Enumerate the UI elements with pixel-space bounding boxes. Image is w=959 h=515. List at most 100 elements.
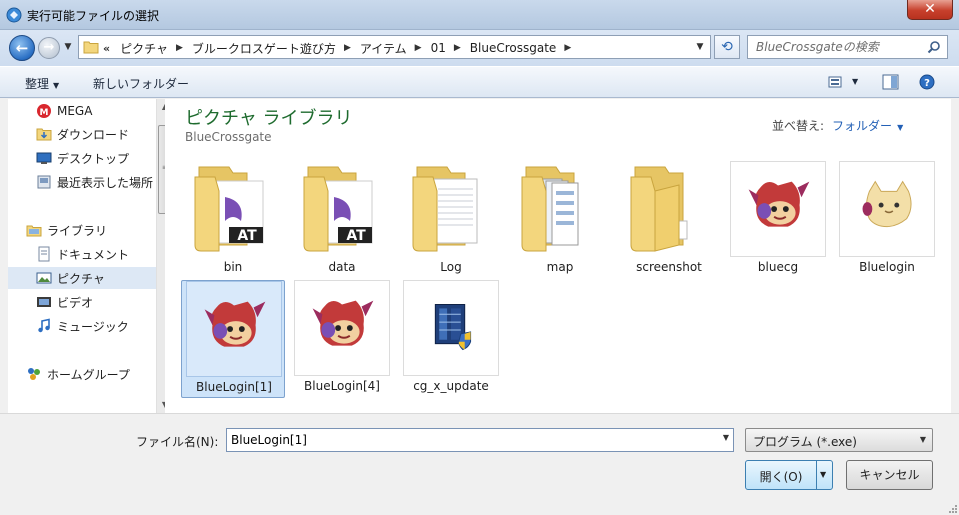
view-options-icon[interactable] — [828, 74, 846, 90]
command-bar: 整理 ▼ 新しいフォルダー ▼ ? — [0, 66, 959, 98]
refresh-icon: ⟲ — [721, 39, 733, 55]
sidebar-item-documents[interactable]: ドキュメント — [36, 243, 176, 265]
chevron-down-icon[interactable]: ▼ — [897, 123, 903, 132]
sidebar-item-mega[interactable]: M MEGA — [36, 100, 176, 122]
filename-input[interactable] — [231, 432, 711, 448]
sidebar-item-libraries[interactable]: ライブラリ — [26, 219, 166, 241]
file-item-name: bluecg — [757, 260, 799, 274]
filename-combobox[interactable]: ▼ — [226, 428, 734, 452]
sidebar-item-homegroup[interactable]: ホームグループ — [26, 363, 166, 385]
filetype-select[interactable]: プログラム (*.exe) ▼ — [745, 428, 933, 452]
file-item-name: map — [546, 260, 574, 274]
preview-pane-icon[interactable] — [882, 74, 900, 90]
file-item-log[interactable]: Log — [399, 161, 503, 279]
music-icon — [38, 318, 50, 333]
sidebar-item-label: MEGA — [57, 104, 93, 118]
yellow-cat-app-icon — [839, 161, 935, 257]
chevron-down-icon[interactable]: ▼ — [723, 433, 729, 442]
documents-icon — [38, 246, 50, 262]
chevron-right-icon[interactable]: ▶ — [454, 43, 461, 53]
file-item-name: cg_x_update — [413, 379, 489, 393]
library-title: ピクチャ ライブラリ — [185, 108, 353, 129]
chevron-right-icon[interactable]: ▶ — [564, 43, 571, 53]
file-item-cg-x-update[interactable]: cg_x_update — [399, 280, 503, 398]
organize-label: 整理 — [25, 77, 50, 91]
back-button[interactable]: ← — [9, 35, 35, 61]
breadcrumb-item[interactable]: ピクチャ — [120, 40, 168, 57]
sidebar-item-label: 最近表示した場所 — [57, 175, 154, 190]
sidebar-item-label: ミュージック — [57, 319, 129, 334]
file-item-bluecg[interactable]: bluecg — [726, 161, 830, 279]
arrange-by-value[interactable]: フォルダー — [832, 119, 892, 133]
red-monster-app-icon — [186, 281, 282, 377]
videos-icon — [37, 297, 51, 307]
svg-text:M: M — [40, 108, 49, 118]
recent-places-icon — [37, 175, 51, 189]
resize-grip-icon[interactable] — [947, 503, 957, 513]
help-icon[interactable]: ? — [918, 74, 936, 90]
sidebar-item-music[interactable]: ミュージック — [36, 315, 176, 337]
open-button[interactable]: 開く(O) ▼ — [745, 460, 833, 490]
search-icon[interactable] — [927, 40, 941, 54]
file-item-bin[interactable]: AT bin — [181, 161, 285, 279]
chevron-down-icon: ▼ — [53, 81, 60, 90]
sidebar-item-downloads[interactable]: ダウンロード — [36, 123, 176, 145]
file-item-bluelogin-4[interactable]: BlueLogin[4] — [290, 280, 394, 398]
folder-icon — [83, 41, 99, 54]
sidebar-item-videos[interactable]: ビデオ — [36, 291, 176, 313]
chevron-down-icon[interactable]: ▼ — [820, 470, 826, 479]
sidebar-item-label: ピクチャ — [57, 271, 105, 286]
recent-pages-button[interactable]: ▼ — [62, 41, 74, 53]
sidebar-item-pictures[interactable]: ピクチャ — [8, 267, 156, 289]
organize-button[interactable]: 整理 ▼ — [25, 75, 59, 92]
chevron-down-icon: ▼ — [696, 42, 704, 52]
file-item-data[interactable]: AT data — [290, 161, 394, 279]
file-item-name: BlueLogin[4] — [304, 379, 380, 393]
svg-text:AT: AT — [237, 228, 257, 244]
sidebar-item-label: ドキュメント — [57, 247, 130, 262]
library-subtitle: BlueCrossgate — [185, 130, 272, 144]
forward-button[interactable]: → — [38, 37, 60, 59]
mega-icon: M — [37, 104, 51, 118]
arrow-left-icon: ← — [15, 39, 29, 57]
title-bar: 実行可能ファイルの選択 ✕ — [0, 0, 959, 30]
breadcrumb-item[interactable]: アイテム — [360, 40, 407, 57]
svg-text:?: ? — [924, 78, 930, 89]
file-item-name: data — [328, 260, 356, 274]
search-box[interactable] — [747, 35, 948, 59]
breadcrumb: « ピクチャ ▶ ブルークロスゲート遊び方 ▶ アイテム ▶ 01 ▶ Blue… — [103, 39, 580, 57]
chevron-right-icon[interactable]: ▶ — [176, 43, 183, 53]
sidebar-item-label: ホームグループ — [47, 367, 130, 382]
filetype-value: プログラム (*.exe) — [753, 435, 857, 449]
file-item-map[interactable]: map — [508, 161, 612, 279]
chevron-down-icon[interactable]: ▼ — [852, 77, 858, 86]
search-input[interactable] — [756, 39, 926, 55]
new-folder-button[interactable]: 新しいフォルダー — [93, 75, 189, 92]
sidebar-item-recent-places[interactable]: 最近表示した場所 — [36, 171, 176, 193]
chevron-down-icon: ▼ — [919, 435, 926, 444]
file-item-screenshot[interactable]: screenshot — [617, 161, 721, 279]
close-button[interactable]: ✕ — [907, 0, 953, 20]
file-item-bluelogin-1[interactable]: BlueLogin[1] — [181, 280, 285, 398]
sidebar-item-desktop[interactable]: デスクトップ — [36, 147, 176, 169]
file-item-bluelogin[interactable]: Bluelogin — [835, 161, 939, 279]
breadcrumb-item[interactable]: ブルークロスゲート遊び方 — [192, 40, 336, 57]
chevron-right-icon[interactable]: ▶ — [344, 43, 351, 53]
cancel-button[interactable]: キャンセル — [846, 460, 933, 490]
breadcrumb-item[interactable]: BlueCrossgate — [470, 41, 557, 55]
chevron-right-icon[interactable]: ▶ — [415, 43, 422, 53]
address-history-button[interactable]: ▼ — [694, 39, 706, 55]
arrange-by[interactable]: 並べ替え: フォルダー ▼ — [772, 117, 903, 134]
filename-label: ファイル名(N): — [136, 435, 219, 449]
address-bar[interactable]: « ピクチャ ▶ ブルークロスゲート遊び方 ▶ アイテム ▶ 01 ▶ Blue… — [78, 35, 711, 59]
sidebar-item-label: ライブラリ — [47, 223, 108, 238]
desktop-icon — [36, 152, 52, 164]
breadcrumb-overflow[interactable]: « — [103, 42, 110, 55]
footer-panel: ファイル名(N): ▼ プログラム (*.exe) ▼ 開く(O) ▼ キャンセ… — [0, 413, 959, 515]
navigation-bar: ← → ▼ « ピクチャ ▶ ブルークロスゲート遊び方 ▶ アイテム ▶ 01 … — [0, 30, 959, 66]
breadcrumb-item[interactable]: 01 — [431, 41, 446, 55]
app-icon — [6, 7, 22, 23]
refresh-button[interactable]: ⟲ — [714, 35, 740, 59]
red-monster-app-icon — [730, 161, 826, 257]
file-item-name: Log — [440, 260, 462, 274]
